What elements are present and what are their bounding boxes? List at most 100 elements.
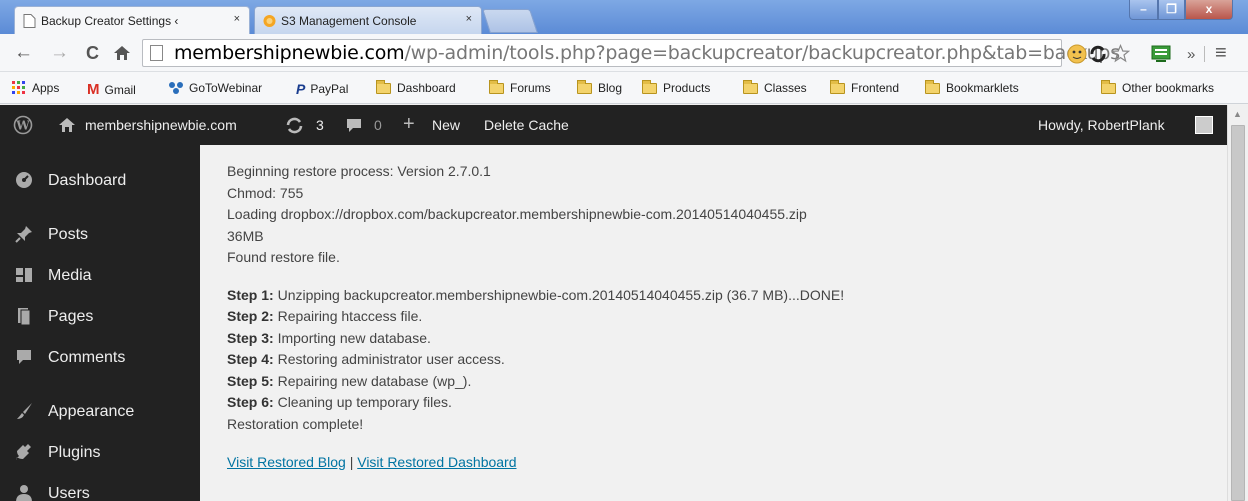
back-button[interactable]: ← <box>14 43 33 63</box>
chrome-menu-icon[interactable]: ≡ <box>1215 43 1227 63</box>
bookmark-label: PayPal <box>310 82 349 96</box>
sidebar-item-posts[interactable]: Posts <box>0 217 200 253</box>
bookmark-apps[interactable]: Apps <box>12 81 59 95</box>
other-bookmarks[interactable]: Other bookmarks <box>1101 79 1214 95</box>
sidebar-item-label: Media <box>48 267 92 284</box>
new-content-link[interactable]: New <box>432 117 460 133</box>
tab-title: Backup Creator Settings ‹ <box>41 13 179 28</box>
sidebar-item-label: Pages <box>48 308 94 325</box>
bookmark-classes[interactable]: Classes <box>743 79 807 95</box>
reload-button[interactable]: C <box>86 43 99 63</box>
plugin-icon <box>13 442 35 464</box>
sync-extension-icon[interactable] <box>1089 45 1107 63</box>
new-tab-button[interactable] <box>482 9 538 33</box>
forward-button[interactable]: → <box>50 43 69 63</box>
sidebar-item-pages[interactable]: Pages <box>0 299 200 335</box>
folder-icon <box>577 79 592 94</box>
updates-count[interactable]: 3 <box>316 117 324 133</box>
folder-icon <box>642 79 657 94</box>
step-text: Repairing htaccess file. <box>273 308 423 324</box>
log-line: Loading dropbox://dropbox.com/backupcrea… <box>227 206 807 222</box>
browser-tab-strip: Backup Creator Settings ‹ × S3 Managemen… <box>0 0 1248 34</box>
sidebar-item-label: Users <box>48 485 90 501</box>
address-bar[interactable]: membershipnewbie.com/wp-admin/tools.php?… <box>142 39 1120 67</box>
sidebar-item-dashboard[interactable]: Dashboard <box>0 163 200 199</box>
paypal-icon: P <box>296 81 306 97</box>
bookmark-gotowebinar[interactable]: GoToWebinar <box>168 81 262 95</box>
bookmark-products[interactable]: Products <box>642 79 710 95</box>
restoration-complete: Restoration complete! <box>227 415 364 432</box>
scrollbar-thumb[interactable] <box>1231 125 1245 501</box>
log-line: Found restore file. <box>227 249 340 265</box>
sidebar-item-appearance[interactable]: Appearance <box>0 394 200 430</box>
extensions-overflow-icon[interactable]: » <box>1187 45 1195 65</box>
log-line: Beginning restore process: Version 2.7.0… <box>227 163 491 179</box>
close-window-button[interactable]: x <box>1185 0 1233 20</box>
step-text: Restoring administrator user access. <box>273 351 505 367</box>
tab-backup-creator-settings[interactable]: Backup Creator Settings ‹ × <box>14 6 250 34</box>
bookmark-label: Frontend <box>851 81 900 95</box>
home-icon[interactable] <box>113 45 131 61</box>
folder-icon <box>1101 79 1116 94</box>
log-line: 36MB <box>227 227 264 244</box>
bookmark-blog[interactable]: Blog <box>577 79 623 95</box>
folder-icon <box>925 79 940 94</box>
wp-admin-sidebar: Dashboard Posts Media Pages Comments App… <box>0 145 200 501</box>
bookmark-label: GoToWebinar <box>189 81 263 95</box>
folder-icon <box>830 79 845 94</box>
updates-icon[interactable] <box>285 117 304 134</box>
url-text: membershipnewbie.com/wp-admin/tools.php?… <box>174 42 1120 64</box>
extension-face-icon[interactable] <box>1067 44 1087 64</box>
comments-count[interactable]: 0 <box>374 117 382 133</box>
bookmark-label: Classes <box>764 81 807 95</box>
bookmark-gmail[interactable]: M Gmail <box>87 81 136 98</box>
step-line: Step 4: Restoring administrator user acc… <box>227 349 844 371</box>
site-name-link[interactable]: membershipnewbie.com <box>85 117 237 133</box>
howdy-user-link[interactable]: Howdy, RobertPlank <box>1038 117 1165 133</box>
star-bookmark-icon[interactable] <box>1111 44 1130 63</box>
bookmark-label: Blog <box>598 81 623 95</box>
step-line: Step 1: Unzipping backupcreator.membersh… <box>227 285 844 307</box>
sidebar-item-plugins[interactable]: Plugins <box>0 435 200 471</box>
minimize-button[interactable]: – <box>1129 0 1158 20</box>
gotowebinar-icon <box>169 82 183 94</box>
visit-restored-dashboard-link[interactable]: Visit Restored Dashboard <box>357 454 516 470</box>
step-label: Step 6: <box>227 394 274 410</box>
tab-s3-management-console[interactable]: S3 Management Console × <box>254 6 482 34</box>
bookmark-paypal[interactable]: P PayPal <box>296 81 348 97</box>
bookmark-label: Apps <box>32 81 60 95</box>
toolbar-divider <box>1204 46 1205 62</box>
scroll-up-arrow-icon[interactable]: ▲ <box>1233 109 1242 119</box>
step-label: Step 5: <box>227 372 274 389</box>
sidebar-item-media[interactable]: Media <box>0 258 200 294</box>
pin-icon <box>13 224 35 246</box>
maximize-button[interactable]: ❐ <box>1158 0 1185 20</box>
bookmark-bookmarklets[interactable]: Bookmarklets <box>925 79 1019 95</box>
bookmark-dashboard[interactable]: Dashboard <box>376 79 456 95</box>
step-line: Step 3: Importing new database. <box>227 328 844 350</box>
visit-restored-blog-link[interactable]: Visit Restored Blog <box>227 454 346 470</box>
page-icon <box>23 14 36 28</box>
extension-monitor-icon[interactable] <box>1150 44 1172 64</box>
wp-admin-bar: W membershipnewbie.com 3 0 + New Delete … <box>0 105 1227 145</box>
sidebar-item-users[interactable]: Users <box>0 476 200 501</box>
step-text: Cleaning up temporary files. <box>273 394 452 410</box>
wordpress-logo-icon[interactable]: W <box>13 115 33 135</box>
bookmark-label: Dashboard <box>397 81 456 95</box>
bookmark-label: Forums <box>510 81 551 95</box>
pages-icon <box>13 306 35 328</box>
close-tab-icon[interactable]: × <box>234 13 240 25</box>
step-label: Step 3: <box>227 329 274 346</box>
delete-cache-link[interactable]: Delete Cache <box>484 117 569 133</box>
aws-cube-icon <box>263 15 276 27</box>
sidebar-item-label: Comments <box>48 349 126 366</box>
close-tab-icon[interactable]: × <box>466 13 472 25</box>
bookmark-forums[interactable]: Forums <box>489 79 551 95</box>
browser-toolbar: ← → C membershipnewbie.com/wp-admin/tool… <box>0 34 1248 72</box>
comment-bubble-icon[interactable] <box>346 118 362 133</box>
sidebar-item-comments[interactable]: Comments <box>0 340 200 376</box>
plus-icon[interactable]: + <box>403 113 415 136</box>
avatar[interactable] <box>1195 116 1213 134</box>
page-scrollbar[interactable]: ▲ <box>1227 105 1248 501</box>
bookmark-frontend[interactable]: Frontend <box>830 79 900 95</box>
